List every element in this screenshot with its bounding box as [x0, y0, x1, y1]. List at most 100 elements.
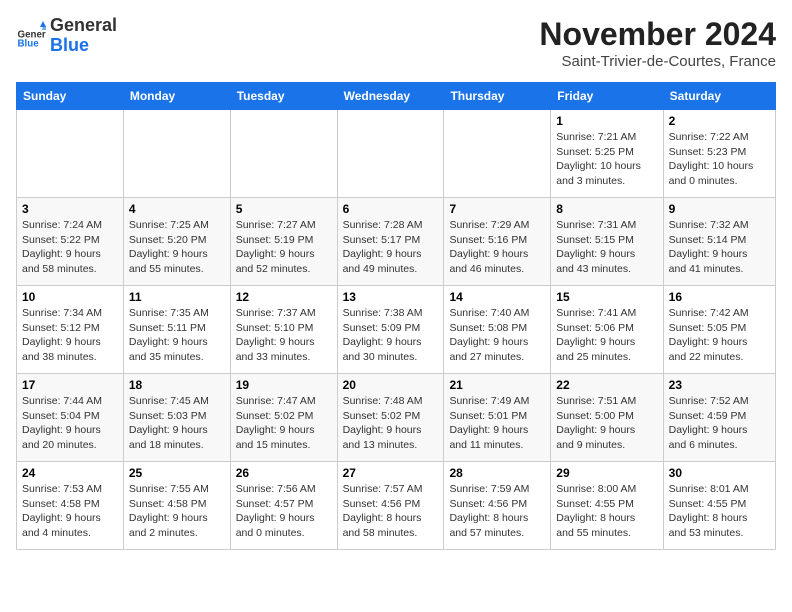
calendar-cell: 25 Sunrise: 7:55 AM Sunset: 4:58 PM Dayli…: [123, 462, 230, 550]
weekday-header: Thursday: [444, 83, 551, 110]
calendar-cell: 15Sunrise: 7:41 AM Sunset: 5:06 PM Dayli…: [551, 286, 663, 374]
svg-text:Blue: Blue: [18, 38, 40, 49]
weekday-header-row: SundayMondayTuesdayWednesdayThursdayFrid…: [17, 83, 776, 110]
logo-text: General Blue: [50, 16, 117, 56]
calendar-cell: [123, 110, 230, 198]
calendar-cell: 8Sunrise: 7:31 AM Sunset: 5:15 PM Daylig…: [551, 198, 663, 286]
day-info: Sunrise: 8:00 AM Sunset: 4:55 PM Dayligh…: [556, 482, 657, 541]
calendar-cell: 29 Sunrise: 8:00 AM Sunset: 4:55 PM Dayli…: [551, 462, 663, 550]
calendar-cell: 27 Sunrise: 7:57 AM Sunset: 4:56 PM Dayli…: [337, 462, 444, 550]
calendar-cell: 6 Sunrise: 7:28 AM Sunset: 5:17 PM Daylig…: [337, 198, 444, 286]
calendar-cell: 3Sunrise: 7:24 AM Sunset: 5:22 PM Daylig…: [17, 198, 124, 286]
day-info: Sunrise: 7:56 AM Sunset: 4:57 PM Dayligh…: [236, 482, 332, 541]
day-number: 3: [22, 202, 118, 216]
location-title: Saint-Trivier-de-Courtes, France: [539, 53, 776, 70]
day-number: 24: [22, 466, 118, 480]
day-info: Sunrise: 7:41 AM Sunset: 5:06 PM Dayligh…: [556, 306, 657, 365]
day-number: 9: [669, 202, 770, 216]
day-number: 11: [129, 290, 225, 304]
day-number: 5: [236, 202, 332, 216]
day-info: Sunrise: 7:38 AM Sunset: 5:09 PM Dayligh…: [343, 306, 439, 365]
day-info: Sunrise: 7:48 AM Sunset: 5:02 PM Dayligh…: [343, 394, 439, 453]
day-number: 13: [343, 290, 439, 304]
day-number: 4: [129, 202, 225, 216]
day-number: 29: [556, 466, 657, 480]
day-info: Sunrise: 7:34 AM Sunset: 5:12 PM Dayligh…: [22, 306, 118, 365]
day-number: 19: [236, 378, 332, 392]
day-number: 27: [343, 466, 439, 480]
day-number: 2: [669, 114, 770, 128]
day-info: Sunrise: 7:57 AM Sunset: 4:56 PM Dayligh…: [343, 482, 439, 541]
day-info: Sunrise: 7:44 AM Sunset: 5:04 PM Dayligh…: [22, 394, 118, 453]
day-number: 1: [556, 114, 657, 128]
calendar-cell: 7 Sunrise: 7:29 AM Sunset: 5:16 PM Daylig…: [444, 198, 551, 286]
day-info: Sunrise: 7:32 AM Sunset: 5:14 PM Dayligh…: [669, 218, 770, 277]
day-info: Sunrise: 7:47 AM Sunset: 5:02 PM Dayligh…: [236, 394, 332, 453]
day-number: 12: [236, 290, 332, 304]
calendar-cell: 4 Sunrise: 7:25 AM Sunset: 5:20 PM Daylig…: [123, 198, 230, 286]
day-info: Sunrise: 7:29 AM Sunset: 5:16 PM Dayligh…: [449, 218, 545, 277]
weekday-header: Wednesday: [337, 83, 444, 110]
day-number: 18: [129, 378, 225, 392]
calendar-cell: 23Sunrise: 7:52 AM Sunset: 4:59 PM Dayli…: [663, 374, 775, 462]
day-info: Sunrise: 7:49 AM Sunset: 5:01 PM Dayligh…: [449, 394, 545, 453]
day-number: 16: [669, 290, 770, 304]
day-info: Sunrise: 7:51 AM Sunset: 5:00 PM Dayligh…: [556, 394, 657, 453]
day-number: 21: [449, 378, 545, 392]
day-number: 14: [449, 290, 545, 304]
weekday-header: Tuesday: [230, 83, 337, 110]
day-info: Sunrise: 7:21 AM Sunset: 5:25 PM Dayligh…: [556, 130, 657, 189]
calendar-cell: [230, 110, 337, 198]
logo: General Blue General Blue: [16, 16, 117, 56]
month-title: November 2024: [539, 16, 776, 53]
calendar-week-row: 1 Sunrise: 7:21 AM Sunset: 5:25 PM Daylig…: [17, 110, 776, 198]
day-info: Sunrise: 7:25 AM Sunset: 5:20 PM Dayligh…: [129, 218, 225, 277]
weekday-header: Monday: [123, 83, 230, 110]
weekday-header: Sunday: [17, 83, 124, 110]
calendar-cell: 20 Sunrise: 7:48 AM Sunset: 5:02 PM Dayli…: [337, 374, 444, 462]
calendar-cell: 1 Sunrise: 7:21 AM Sunset: 5:25 PM Daylig…: [551, 110, 663, 198]
day-number: 20: [343, 378, 439, 392]
day-info: Sunrise: 7:59 AM Sunset: 4:56 PM Dayligh…: [449, 482, 545, 541]
calendar-cell: 13 Sunrise: 7:38 AM Sunset: 5:09 PM Dayli…: [337, 286, 444, 374]
day-number: 25: [129, 466, 225, 480]
day-number: 23: [669, 378, 770, 392]
calendar-week-row: 3Sunrise: 7:24 AM Sunset: 5:22 PM Daylig…: [17, 198, 776, 286]
calendar-week-row: 17 Sunrise: 7:44 AM Sunset: 5:04 PM Dayli…: [17, 374, 776, 462]
calendar-table: SundayMondayTuesdayWednesdayThursdayFrid…: [16, 82, 776, 550]
calendar-cell: 17 Sunrise: 7:44 AM Sunset: 5:04 PM Dayli…: [17, 374, 124, 462]
day-info: Sunrise: 7:22 AM Sunset: 5:23 PM Dayligh…: [669, 130, 770, 189]
title-area: November 2024 Saint-Trivier-de-Courtes, …: [539, 16, 776, 70]
calendar-cell: [444, 110, 551, 198]
day-number: 26: [236, 466, 332, 480]
day-info: Sunrise: 7:53 AM Sunset: 4:58 PM Dayligh…: [22, 482, 118, 541]
day-info: Sunrise: 7:35 AM Sunset: 5:11 PM Dayligh…: [129, 306, 225, 365]
calendar-cell: 5Sunrise: 7:27 AM Sunset: 5:19 PM Daylig…: [230, 198, 337, 286]
calendar-cell: 11 Sunrise: 7:35 AM Sunset: 5:11 PM Dayli…: [123, 286, 230, 374]
day-info: Sunrise: 7:28 AM Sunset: 5:17 PM Dayligh…: [343, 218, 439, 277]
day-number: 6: [343, 202, 439, 216]
day-info: Sunrise: 8:01 AM Sunset: 4:55 PM Dayligh…: [669, 482, 770, 541]
calendar-cell: [17, 110, 124, 198]
calendar-cell: 16Sunrise: 7:42 AM Sunset: 5:05 PM Dayli…: [663, 286, 775, 374]
day-info: Sunrise: 7:40 AM Sunset: 5:08 PM Dayligh…: [449, 306, 545, 365]
calendar-cell: 12 Sunrise: 7:37 AM Sunset: 5:10 PM Dayli…: [230, 286, 337, 374]
logo-icon: General Blue: [16, 21, 46, 51]
calendar-cell: 24 Sunrise: 7:53 AM Sunset: 4:58 PM Dayli…: [17, 462, 124, 550]
day-info: Sunrise: 7:55 AM Sunset: 4:58 PM Dayligh…: [129, 482, 225, 541]
calendar-week-row: 24 Sunrise: 7:53 AM Sunset: 4:58 PM Dayli…: [17, 462, 776, 550]
day-number: 8: [556, 202, 657, 216]
calendar-cell: 9 Sunrise: 7:32 AM Sunset: 5:14 PM Daylig…: [663, 198, 775, 286]
page-header: General Blue General Blue November 2024 …: [16, 16, 776, 70]
day-number: 10: [22, 290, 118, 304]
weekday-header: Friday: [551, 83, 663, 110]
calendar-cell: 26 Sunrise: 7:56 AM Sunset: 4:57 PM Dayli…: [230, 462, 337, 550]
day-info: Sunrise: 7:45 AM Sunset: 5:03 PM Dayligh…: [129, 394, 225, 453]
calendar-cell: 30Sunrise: 8:01 AM Sunset: 4:55 PM Dayli…: [663, 462, 775, 550]
day-number: 7: [449, 202, 545, 216]
calendar-cell: 2 Sunrise: 7:22 AM Sunset: 5:23 PM Daylig…: [663, 110, 775, 198]
day-info: Sunrise: 7:37 AM Sunset: 5:10 PM Dayligh…: [236, 306, 332, 365]
day-number: 22: [556, 378, 657, 392]
calendar-cell: 28Sunrise: 7:59 AM Sunset: 4:56 PM Dayli…: [444, 462, 551, 550]
day-number: 17: [22, 378, 118, 392]
